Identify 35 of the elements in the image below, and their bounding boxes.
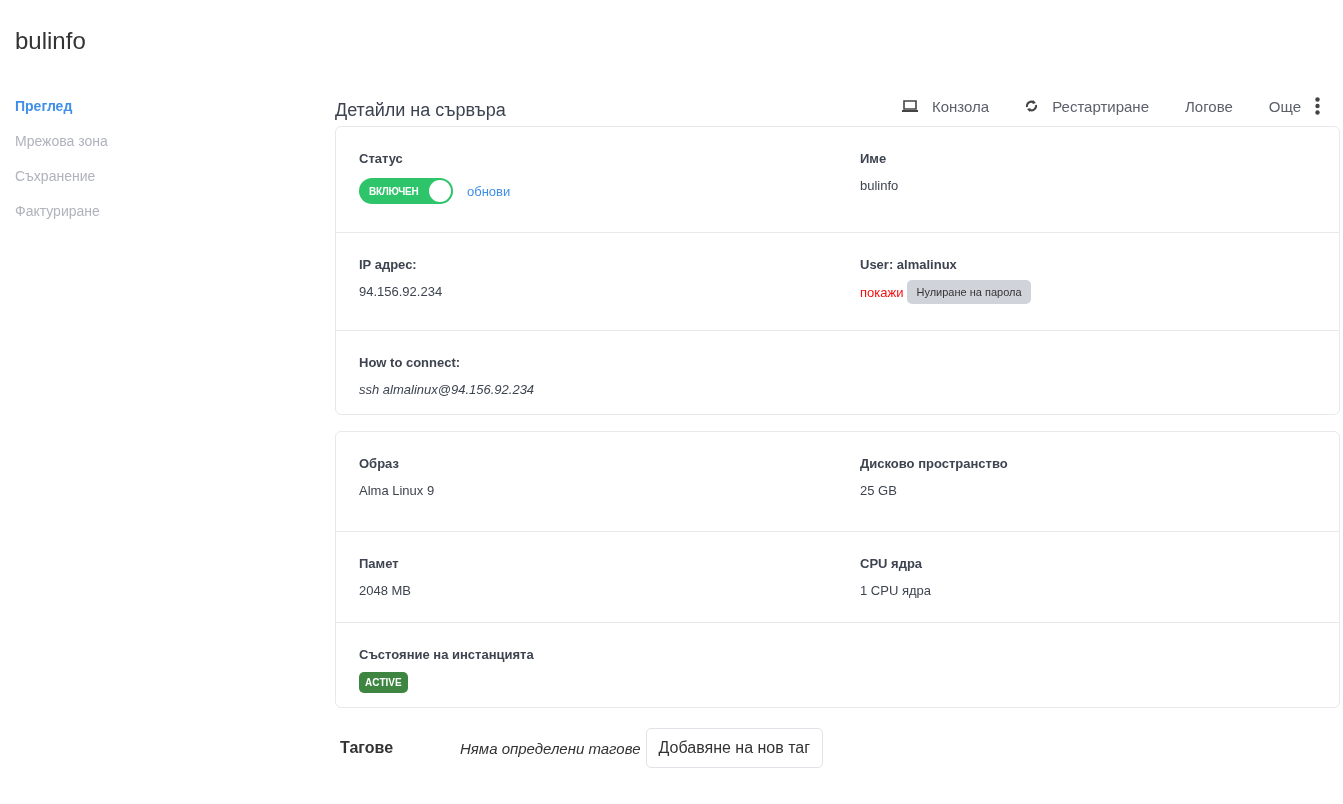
add-tag-button[interactable]: Добавяне на нов таг <box>645 728 824 768</box>
toolbar-button[interactable]: Логове <box>1185 97 1233 115</box>
field-label: How to connect: <box>359 355 462 370</box>
tags-label: Тагове <box>340 739 395 757</box>
field-value: 2048 MB <box>359 583 413 598</box>
field-label: Състояние на инстанцията <box>359 647 535 662</box>
field-value: Alma Linux 9 <box>359 483 436 498</box>
empty-tags-text: Няма определени тагове <box>460 739 641 757</box>
field-label: Образ <box>359 456 400 471</box>
field-label: Дисково пространство <box>860 456 1009 471</box>
field-label: CPU ядра <box>860 556 924 571</box>
sidebar-item[interactable]: Преглед <box>15 98 335 114</box>
field-label: Статус <box>359 151 404 166</box>
status-badge: ACTIVE <box>359 672 408 693</box>
field-value: ssh almalinux@94.156.92.234 <box>359 382 536 397</box>
toolbar-button[interactable]: Рестартиране <box>1025 97 1149 115</box>
field-value: bulinfo <box>860 178 900 193</box>
field-label: User: almalinux <box>860 257 958 272</box>
status-toggle[interactable]: ВКЛЮЧЕН <box>359 178 453 204</box>
refresh-icon <box>1025 99 1039 113</box>
reset-password-button[interactable]: Нулиране на парола <box>907 280 1031 304</box>
more-icon <box>1315 97 1320 115</box>
field-value: 94.156.92.234 <box>359 284 444 299</box>
field-value: 25 GB <box>860 483 898 498</box>
laptop-icon <box>902 100 918 112</box>
field-label: Име <box>860 151 888 166</box>
section-title: Детайли на сървъра <box>335 98 507 121</box>
page-title: bulinfo <box>14 26 87 56</box>
field-value: 1 CPU ядра <box>860 583 932 598</box>
field-label: Памет <box>359 556 400 571</box>
show-password-link[interactable]: покажи <box>860 284 904 300</box>
more-button[interactable]: Още <box>1268 97 1320 115</box>
refresh-link[interactable]: обнови <box>467 183 511 199</box>
toolbar-button[interactable]: Конзола <box>902 97 990 115</box>
field-label: IP адрес: <box>359 257 418 272</box>
